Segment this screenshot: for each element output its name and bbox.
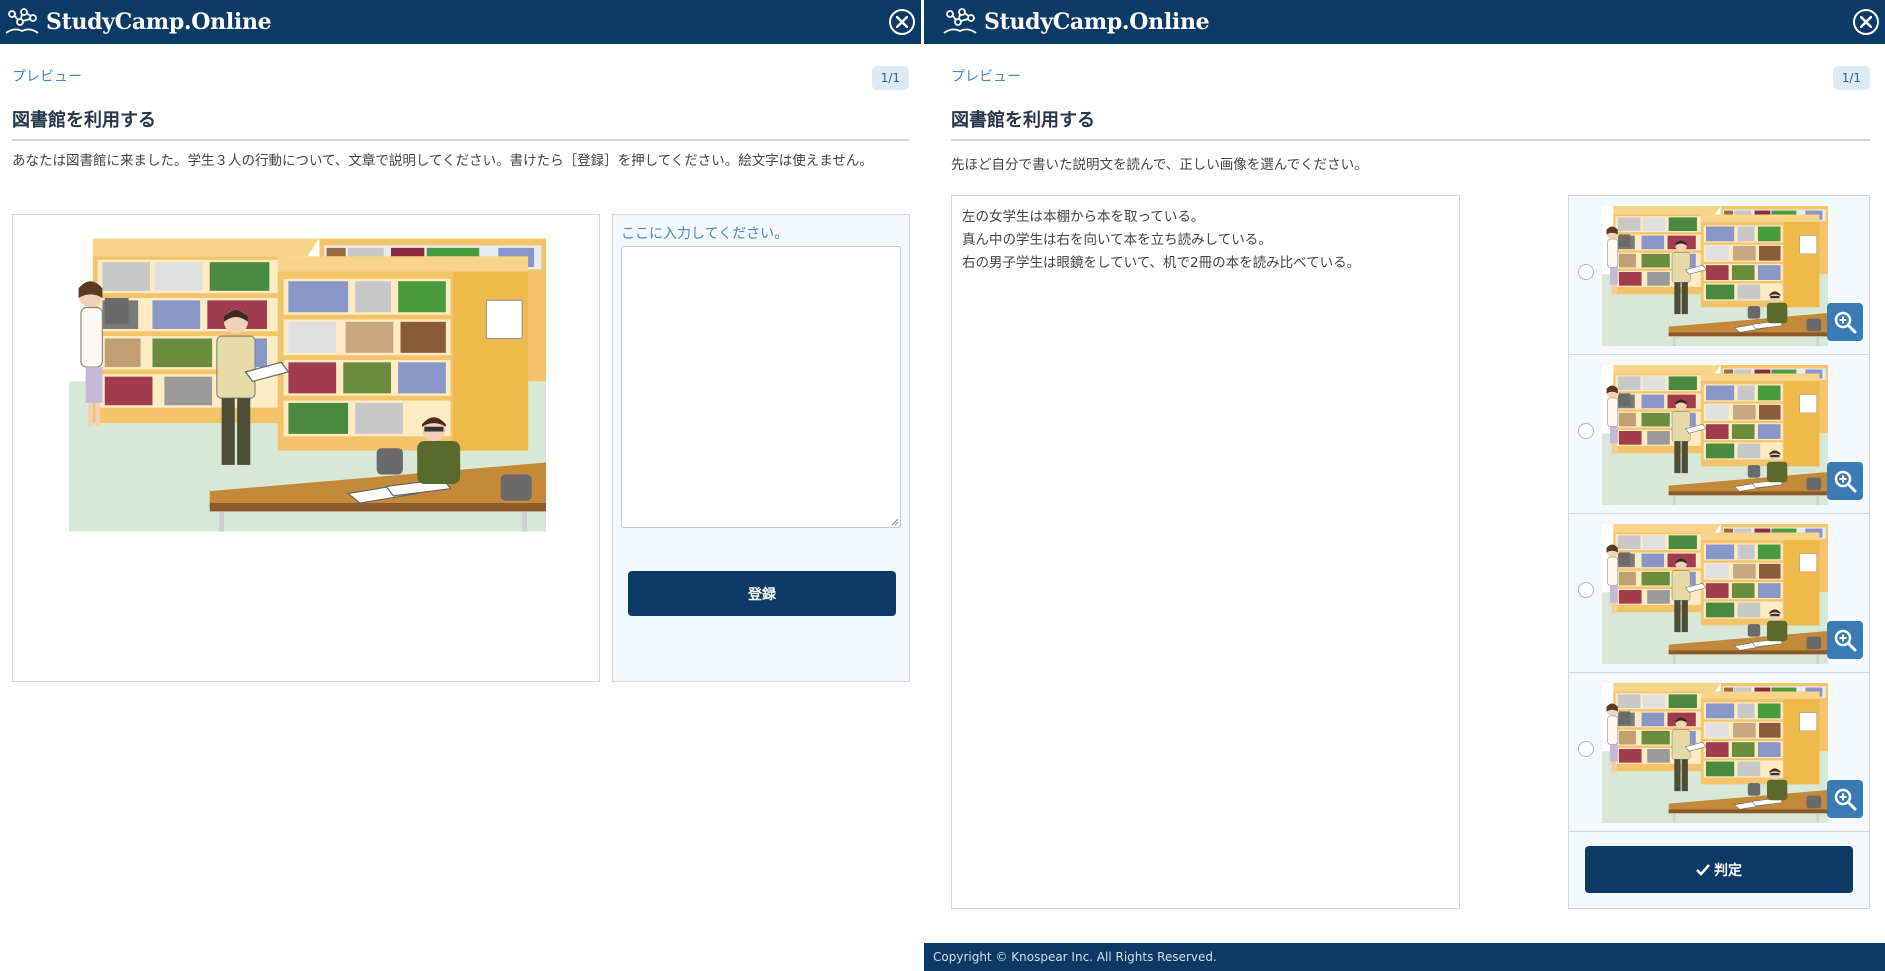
answer-panel: ここに入力してください。 登録 — [612, 214, 910, 682]
compose-panel: StudyCamp.Online プレビュー 1/1 図書館を利用する あなたは… — [0, 0, 921, 971]
zoom-button[interactable] — [1827, 462, 1863, 500]
brand: StudyCamp.Online — [4, 6, 272, 38]
network-logo-icon — [943, 8, 977, 34]
page-title: 図書館を利用する — [12, 106, 909, 141]
page-counter: 1/1 — [871, 66, 909, 90]
zoom-in-icon — [1834, 470, 1857, 493]
breadcrumb[interactable]: プレビュー — [12, 66, 82, 86]
instruction-text: 先ほど自分で書いた説明文を読んで、正しい画像を選んでください。 — [951, 157, 1368, 173]
content-area: プレビュー 1/1 図書館を利用する 先ほど自分で書いた説明文を読んで、正しい画… — [951, 44, 1870, 194]
network-logo-icon — [5, 8, 39, 34]
judge-button[interactable]: 判定 — [1585, 846, 1853, 893]
image-choice-4[interactable] — [1569, 673, 1869, 832]
footer: Copyright © Knospear Inc. All Rights Res… — [924, 943, 1885, 971]
choice-radio[interactable] — [1578, 264, 1594, 280]
choice-radio[interactable] — [1578, 741, 1594, 757]
choice-radio[interactable] — [1578, 582, 1594, 598]
scene-image-box — [12, 214, 600, 682]
judge-button-label: 判定 — [1714, 862, 1742, 879]
zoom-button[interactable] — [1827, 621, 1863, 659]
image-choice-2[interactable] — [1569, 355, 1869, 514]
written-description-box: 左の女学生は本棚から本を取っている。 真ん中の学生は右を向いて本を立ち読みしてい… — [951, 195, 1460, 909]
choice-image[interactable] — [1602, 365, 1828, 505]
choice-image[interactable] — [1602, 683, 1828, 823]
choice-radio[interactable] — [1578, 423, 1594, 439]
instruction-text: あなたは図書館に来ました。学生３人の行動について、文章で説明してください。書けた… — [12, 153, 873, 169]
answer-textarea[interactable] — [621, 246, 901, 528]
breadcrumb[interactable]: プレビュー — [951, 66, 1021, 86]
app-header: StudyCamp.Online — [924, 0, 1885, 44]
description-line: 左の女学生は本棚から本を取っている。 — [962, 209, 1205, 225]
zoom-button[interactable] — [1827, 303, 1863, 341]
select-panel: StudyCamp.Online プレビュー 1/1 図書館を利用する 先ほど自… — [924, 0, 1885, 971]
image-choice-list: 判定 — [1568, 195, 1870, 909]
brand: StudyCamp.Online — [942, 6, 1210, 38]
choice-image[interactable] — [1602, 524, 1828, 664]
zoom-in-icon — [1834, 311, 1857, 334]
brand-name: StudyCamp.Online — [46, 9, 272, 35]
zoom-button[interactable] — [1827, 780, 1863, 818]
screenshot-canvas: StudyCamp.Online プレビュー 1/1 図書館を利用する あなたは… — [0, 0, 1885, 971]
register-button[interactable]: 登録 — [628, 571, 896, 616]
close-button[interactable] — [889, 9, 915, 35]
page-title: 図書館を利用する — [951, 106, 1870, 141]
page-counter: 1/1 — [1832, 66, 1870, 90]
close-button[interactable] — [1853, 9, 1879, 35]
description-line: 真ん中の学生は右を向いて本を立ち読みしている。 — [962, 232, 1272, 248]
brand-name: StudyCamp.Online — [984, 9, 1210, 35]
close-circle-icon — [896, 16, 908, 28]
zoom-in-icon — [1834, 629, 1857, 652]
resize-grip-icon[interactable] — [891, 518, 899, 526]
image-choice-3[interactable] — [1569, 514, 1869, 673]
image-choice-1[interactable] — [1569, 196, 1869, 355]
app-header: StudyCamp.Online — [0, 0, 921, 44]
close-circle-icon — [1860, 16, 1872, 28]
zoom-in-icon — [1834, 788, 1857, 811]
copyright-text: Copyright © Knospear Inc. All Rights Res… — [933, 950, 1217, 964]
library-scene-image — [69, 238, 546, 532]
choice-image[interactable] — [1602, 206, 1828, 346]
check-icon — [1696, 863, 1710, 876]
description-line: 右の男子学生は眼鏡をしていて、机で2冊の本を読み比べている。 — [962, 255, 1361, 271]
answer-input-label: ここに入力してください。 — [621, 226, 789, 242]
